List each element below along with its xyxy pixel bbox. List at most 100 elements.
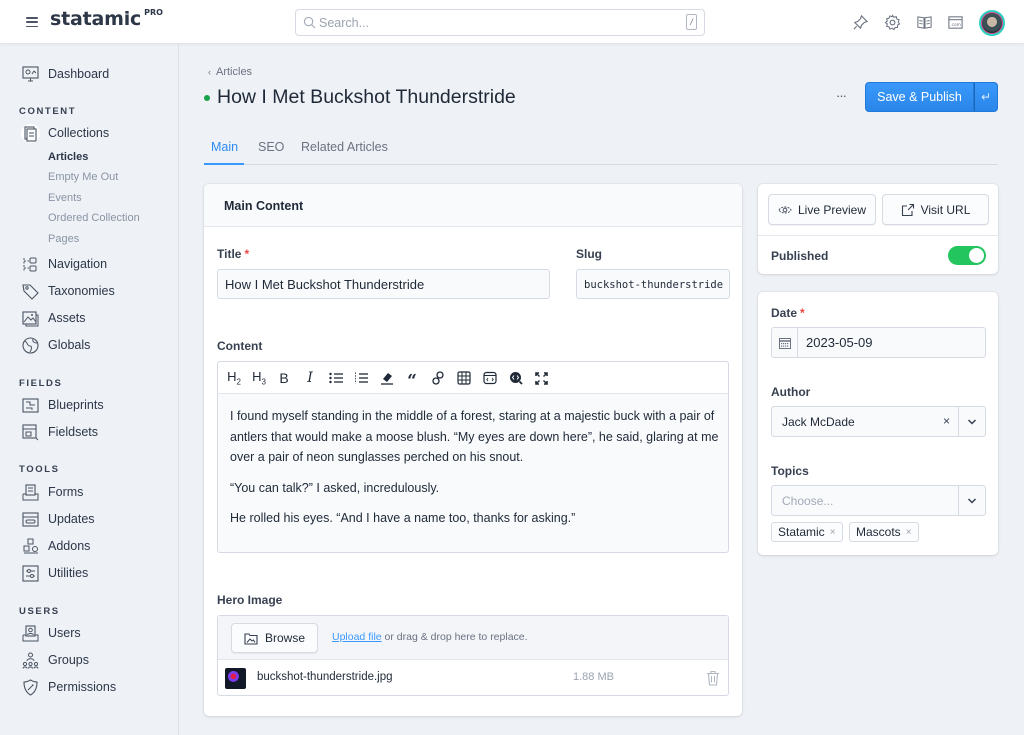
upload-area[interactable]: Browse Upload file or drag & drop here t… <box>218 616 728 660</box>
source-button[interactable] <box>507 369 525 387</box>
sidebar-subitem-events[interactable]: Events <box>48 192 82 204</box>
publish-card: Live Preview Visit URL Published <box>758 184 998 274</box>
topics-dropdown-toggle[interactable] <box>958 486 985 515</box>
shield-icon <box>23 678 38 696</box>
bold-button[interactable]: B <box>275 369 293 387</box>
sidebar-item-blueprints[interactable]: Blueprints <box>21 395 104 415</box>
more-actions-button[interactable]: ··· <box>836 88 850 104</box>
heading2-button[interactable]: H2 <box>225 369 243 387</box>
hamburger-menu-icon[interactable] <box>26 17 38 28</box>
tag-icon <box>22 283 39 300</box>
asset-thumbnail[interactable] <box>225 668 246 689</box>
bullet-list-button[interactable] <box>327 369 345 387</box>
hero-image-field: Browse Upload file or drag & drop here t… <box>217 615 729 696</box>
required-marker: * <box>244 247 250 261</box>
quote-button[interactable]: “ <box>403 369 421 390</box>
logo-text: statamic <box>50 8 142 30</box>
sidebar-label: Permissions <box>48 680 117 694</box>
toggle-knob <box>969 248 984 263</box>
logo[interactable]: statamic PRO <box>50 8 163 30</box>
sidebar-item-dashboard[interactable]: Dashboard <box>21 64 109 84</box>
sidebar-subitem-empty-me-out[interactable]: Empty Me Out <box>48 171 118 183</box>
users-icon <box>22 624 39 641</box>
page-title: How I Met Buckshot Thunderstride <box>217 86 516 108</box>
sidebar-item-collections[interactable]: Collections <box>21 123 109 143</box>
section-heading-fields: FIELDS <box>19 378 63 389</box>
required-marker: * <box>800 306 805 320</box>
sidebar-item-groups[interactable]: Groups <box>21 650 89 670</box>
author-dropdown-toggle[interactable] <box>958 407 985 436</box>
avatar[interactable] <box>979 10 1005 36</box>
sidebar-item-forms[interactable]: Forms <box>21 482 83 502</box>
blueprint-icon <box>22 397 39 413</box>
editor-content[interactable]: I found myself standing in the middle of… <box>230 406 720 539</box>
published-row: Published <box>758 235 998 274</box>
paragraph: He rolled his eyes. “And I have a name t… <box>230 511 576 525</box>
chevron-down-icon <box>967 497 977 504</box>
sidebar-item-updates[interactable]: Updates <box>21 509 95 529</box>
sidebar-item-addons[interactable]: Addons <box>21 536 90 556</box>
section-title: Main Content <box>224 199 304 213</box>
slug-field[interactable]: buckshot-thunderstride <box>576 269 730 299</box>
asset-row[interactable]: buckshot-thunderstride.jpg 1.88 MB <box>218 660 728 696</box>
site-icon[interactable]: .com <box>947 14 964 31</box>
live-preview-button[interactable]: Live Preview <box>768 194 876 225</box>
sidebar-item-utilities[interactable]: Utilities <box>21 563 88 583</box>
link-button[interactable] <box>429 369 447 387</box>
sidebar-label: Navigation <box>48 257 108 271</box>
asset-filesize: 1.88 MB <box>573 671 614 683</box>
clear-format-button[interactable] <box>378 369 396 387</box>
published-label: Published <box>771 249 829 263</box>
breadcrumb-back-link[interactable]: ‹ Articles <box>208 66 252 78</box>
asset-filename: buckshot-thunderstride.jpg <box>257 671 393 683</box>
tab-related-articles[interactable]: Related Articles <box>301 140 388 164</box>
save-options-button[interactable]: ↵ <box>974 82 998 112</box>
sidebar-item-permissions[interactable]: Permissions <box>21 677 116 697</box>
clear-author-icon[interactable]: × <box>943 414 950 428</box>
heading3-button[interactable]: H3 <box>250 369 268 387</box>
calendar-button[interactable] <box>772 328 798 357</box>
ordered-list-button[interactable] <box>352 369 370 387</box>
sidebar-subitem-ordered-collection[interactable]: Ordered Collection <box>48 212 140 224</box>
sidebar-item-navigation[interactable]: Navigation <box>21 254 107 274</box>
gear-icon[interactable] <box>884 14 901 31</box>
pin-icon[interactable] <box>852 14 869 31</box>
title-field[interactable]: How I Met Buckshot Thunderstride <box>217 269 550 299</box>
sidebar-item-globals[interactable]: Globals <box>21 335 90 355</box>
sidebar-label: Updates <box>48 512 95 526</box>
remove-tag-icon[interactable]: × <box>906 527 912 538</box>
italic-button[interactable]: I <box>301 369 319 387</box>
table-button[interactable] <box>455 369 473 387</box>
topics-select[interactable]: Choose... <box>771 485 986 516</box>
published-status-dot <box>204 95 210 101</box>
tab-main[interactable]: Main <box>211 140 238 164</box>
browse-button[interactable]: Browse <box>231 623 318 653</box>
source-search-icon <box>510 372 523 385</box>
sidebar-label: Blueprints <box>48 398 104 412</box>
date-field[interactable]: 2023-05-09 <box>771 327 986 358</box>
sidebar-item-taxonomies[interactable]: Taxonomies <box>21 281 115 301</box>
remove-tag-icon[interactable]: × <box>830 527 836 538</box>
content-editor[interactable]: H2 H3 B I “ I found myself standing in t… <box>217 361 729 553</box>
code-block-button[interactable] <box>481 369 499 387</box>
author-select[interactable]: Jack McDade × <box>771 406 986 437</box>
eye-icon <box>778 206 792 213</box>
tab-seo[interactable]: SEO <box>258 140 284 164</box>
topic-tag: Statamic × <box>771 522 843 542</box>
fullscreen-button[interactable] <box>532 369 550 387</box>
book-icon[interactable] <box>916 14 933 31</box>
search-input[interactable]: Search... / <box>295 9 705 36</box>
table-icon <box>457 371 471 385</box>
sidebar-item-assets[interactable]: Assets <box>21 308 86 328</box>
sidebar-subitem-articles[interactable]: Articles <box>48 151 88 163</box>
save-publish-button[interactable]: Save & Publish <box>865 82 974 112</box>
trash-icon[interactable] <box>706 670 720 686</box>
upload-file-link[interactable]: Upload file <box>332 631 382 643</box>
sidebar-subitem-pages[interactable]: Pages <box>48 233 79 245</box>
calendar-icon <box>778 337 791 349</box>
published-toggle[interactable] <box>948 246 986 265</box>
title-label: Title * <box>217 247 250 261</box>
visit-url-button[interactable]: Visit URL <box>882 194 989 225</box>
sidebar-item-fieldsets[interactable]: Fieldsets <box>21 422 98 442</box>
sidebar-item-users[interactable]: Users <box>21 623 81 643</box>
